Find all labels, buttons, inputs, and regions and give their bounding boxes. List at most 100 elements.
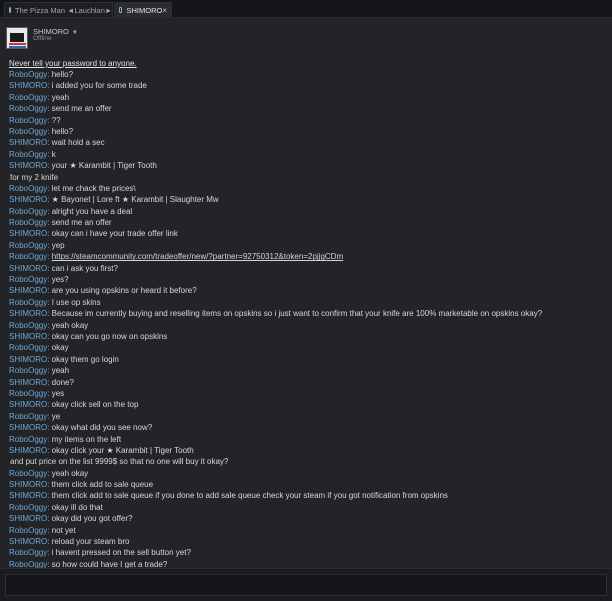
message-author[interactable]: RoboOggy: — [9, 366, 49, 375]
chat-message: SHIMORO: okay what did you see now? — [9, 422, 604, 433]
chat-message: RoboOggy: my items on the left — [9, 434, 604, 445]
chat-message: SHIMORO: okay them go login — [9, 354, 604, 365]
chat-message: SHIMORO: your ★ Karambit | Tiger Tooth — [9, 160, 604, 171]
chat-message: RoboOggy: hello? — [9, 126, 604, 137]
message-text: yeah — [49, 366, 70, 376]
message-author[interactable]: RoboOggy: — [9, 252, 49, 261]
message-text: yeah okay — [49, 468, 89, 478]
message-author[interactable]: SHIMORO: — [9, 446, 49, 455]
friend-status: Offline — [33, 35, 52, 42]
message-author[interactable]: SHIMORO: — [9, 195, 49, 204]
chat-message: RoboOggy: yeah — [9, 92, 604, 103]
message-text: hello? — [49, 126, 74, 136]
message-author[interactable]: SHIMORO: — [9, 400, 49, 409]
message-author[interactable]: RoboOggy: — [9, 469, 49, 478]
chat-message: RoboOggy: hello? — [9, 69, 604, 80]
tab-pizza-man[interactable]: The Pizza Man ◄Lauchlan► × — [4, 2, 119, 17]
message-author[interactable]: SHIMORO: — [9, 423, 49, 432]
message-text: I use op skins — [49, 297, 101, 307]
chat-message: SHIMORO: ★ Bayonet | Lore ft ★ Karambit … — [9, 194, 604, 205]
message-author[interactable]: SHIMORO: — [9, 491, 49, 500]
chat-icon — [119, 7, 123, 13]
chat-message: and put price on the list 9999$ so that … — [9, 456, 604, 467]
chat-message: SHIMORO: them click add to sale queue — [9, 479, 604, 490]
message-text: are you using opskins or heard it before… — [49, 286, 197, 296]
message-text: and put price on the list 9999$ so that … — [10, 457, 229, 467]
message-author[interactable]: SHIMORO: — [9, 355, 49, 364]
message-author[interactable]: RoboOggy: — [9, 503, 49, 512]
message-author[interactable]: RoboOggy: — [9, 127, 49, 136]
message-text: hello? — [49, 70, 74, 79]
message-author[interactable]: RoboOggy: — [9, 70, 49, 79]
message-author[interactable]: RoboOggy: — [9, 150, 49, 159]
message-author[interactable]: RoboOggy: — [9, 207, 49, 216]
message-author[interactable]: RoboOggy: — [9, 343, 49, 352]
message-text: okay them go login — [49, 354, 119, 364]
message-text: send me an offer — [49, 218, 112, 228]
message-author[interactable]: SHIMORO: — [9, 480, 49, 489]
message-author[interactable]: RoboOggy: — [9, 184, 49, 193]
message-author[interactable]: RoboOggy: — [9, 93, 49, 102]
message-text: not yet — [49, 525, 76, 535]
message-author[interactable]: RoboOggy: — [9, 389, 49, 398]
chat-message: RoboOggy: yeah okay — [9, 320, 604, 331]
close-icon[interactable]: × — [162, 6, 167, 15]
message-author[interactable]: RoboOggy: — [9, 298, 49, 307]
message-author[interactable]: RoboOggy: — [9, 435, 49, 444]
message-author[interactable]: SHIMORO: — [9, 378, 49, 387]
message-author[interactable]: RoboOggy: — [9, 218, 49, 227]
chat-message: SHIMORO: okay did you got offer? — [9, 513, 604, 524]
message-input[interactable] — [5, 574, 607, 596]
message-text: my items on the left — [49, 434, 122, 444]
message-author[interactable]: RoboOggy: — [9, 548, 49, 557]
chat-message: RoboOggy: ?? — [9, 115, 604, 126]
message-author[interactable]: SHIMORO: — [9, 332, 49, 341]
message-author[interactable]: RoboOggy: — [9, 116, 49, 125]
message-text: okay can i have your trade offer link — [49, 229, 178, 239]
avatar[interactable] — [6, 27, 28, 49]
message-author[interactable]: SHIMORO: — [9, 309, 49, 318]
message-text: okay click sell on the top — [49, 400, 139, 410]
message-author[interactable]: SHIMORO: — [9, 161, 49, 170]
chat-message: SHIMORO: can i ask you first? — [9, 263, 604, 274]
security-warning: Never tell your password to anyone. — [9, 59, 137, 68]
message-author[interactable]: RoboOggy: — [9, 526, 49, 535]
chat-message: SHIMORO: done? — [9, 377, 604, 388]
chat-message: RoboOggy: okay — [9, 342, 604, 353]
message-text: yes — [49, 388, 65, 398]
message-author[interactable]: SHIMORO: — [9, 537, 49, 546]
message-text: Because im currently buying and resellin… — [49, 309, 543, 319]
message-author[interactable]: RoboOggy: — [9, 321, 49, 330]
message-text: k — [49, 149, 56, 159]
chat-log[interactable]: Never tell your password to anyone. Robo… — [9, 59, 604, 568]
message-author[interactable]: SHIMORO: — [9, 286, 49, 295]
message-text: let me chack the prices\ — [49, 183, 136, 193]
message-author[interactable]: SHIMORO: — [9, 264, 49, 273]
tab-shimoro[interactable]: SHIMORO × — [114, 2, 172, 17]
message-text: ★ Bayonet | Lore ft ★ Karambit | Slaught… — [49, 195, 219, 205]
chat-message: SHIMORO: okay click your ★ Karambit | Ti… — [9, 445, 604, 456]
message-author[interactable]: RoboOggy: — [9, 275, 49, 284]
chat-message: SHIMORO: okay can i have your trade offe… — [9, 228, 604, 239]
chat-message: RoboOggy: let me chack the prices\ — [9, 183, 604, 194]
tab-sublabel: ◄Lauchlan► — [67, 5, 113, 15]
message-author[interactable]: RoboOggy: — [9, 412, 49, 421]
tab-label: The Pizza Man — [15, 5, 66, 15]
message-author[interactable]: RoboOggy: — [9, 241, 49, 250]
chat-message: RoboOggy: alright you have a deal — [9, 206, 604, 217]
chat-message: SHIMORO: them click add to sale queue if… — [9, 490, 604, 501]
chat-message: SHIMORO: Because im currently buying and… — [9, 308, 604, 319]
message-author[interactable]: SHIMORO: — [9, 81, 49, 90]
trade-offer-link[interactable]: https://steamcommunity.com/tradeoffer/ne… — [52, 252, 343, 261]
message-author[interactable]: RoboOggy: — [9, 104, 49, 113]
message-text: send me an offer — [49, 104, 112, 114]
message-text: okay can you go now on opskins — [49, 331, 168, 341]
message-author[interactable]: RoboOggy: — [9, 560, 49, 568]
message-text: yes? — [49, 275, 69, 285]
message-text: ?? — [49, 115, 61, 125]
message-author[interactable]: SHIMORO: — [9, 514, 49, 523]
chat-message: RoboOggy: send me an offer — [9, 217, 604, 228]
message-text: okay did you got offer? — [49, 514, 133, 524]
message-author[interactable]: SHIMORO: — [9, 138, 49, 147]
message-author[interactable]: SHIMORO: — [9, 229, 49, 238]
